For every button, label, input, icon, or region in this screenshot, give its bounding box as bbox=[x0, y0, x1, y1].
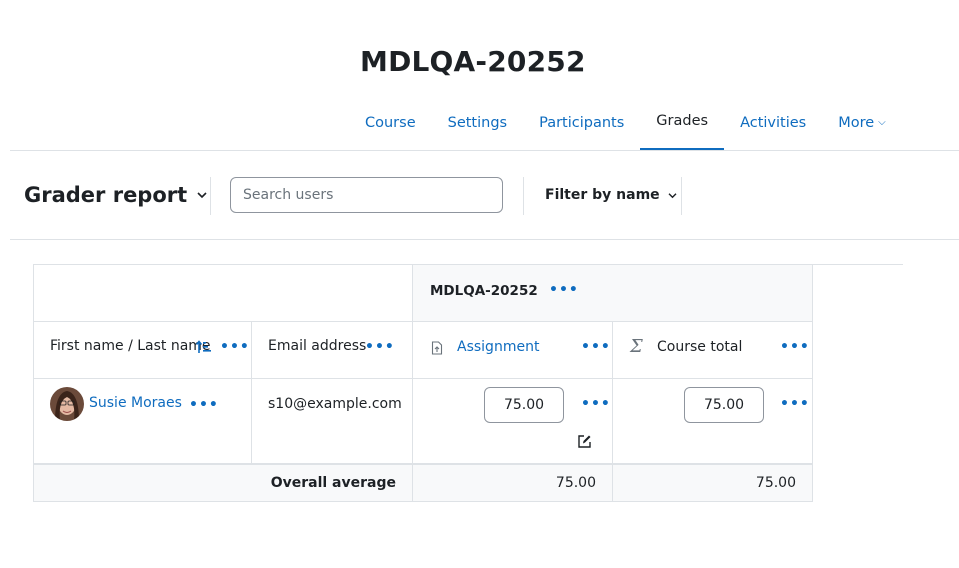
assignment-header: Assignment ••• bbox=[412, 321, 613, 379]
nav-grades[interactable]: Grades bbox=[640, 94, 725, 151]
grade-actions-icon[interactable]: ••• bbox=[581, 397, 611, 411]
course-total-label: Course total bbox=[657, 339, 743, 355]
divider bbox=[10, 150, 959, 151]
secondary-navigation: Course Settings Participants Grades Acti… bbox=[349, 94, 902, 151]
user-email: s10@example.com bbox=[268, 396, 402, 412]
user-name-link[interactable]: Susie Moraes bbox=[89, 395, 182, 411]
category-actions-icon[interactable]: ••• bbox=[549, 283, 579, 297]
user-actions-icon[interactable]: ••• bbox=[189, 398, 219, 412]
report-title: Grader report bbox=[24, 183, 188, 207]
nav-course-label: Course bbox=[365, 114, 416, 131]
chevron-down-icon bbox=[197, 192, 207, 199]
report-selector[interactable]: Grader report bbox=[24, 180, 207, 210]
nav-more[interactable]: More ⌵ bbox=[822, 94, 902, 151]
overall-assignment-cell: 75.00 bbox=[412, 463, 613, 502]
email-column-label: Email address bbox=[268, 338, 367, 354]
name-column-label[interactable]: First name / Last name bbox=[50, 338, 211, 354]
page-title: MDLQA-20252 bbox=[360, 45, 586, 78]
email-cell: s10@example.com bbox=[251, 378, 413, 464]
email-actions-icon[interactable]: ••• bbox=[365, 340, 395, 354]
assignment-grade-cell: ••• bbox=[412, 378, 613, 464]
overall-assignment-value: 75.00 bbox=[555, 475, 596, 491]
email-header: Email address ••• bbox=[251, 321, 413, 379]
overall-total-value: 75.00 bbox=[755, 475, 796, 491]
sigma-icon: Σ bbox=[630, 336, 643, 357]
sort-ascending-icon[interactable] bbox=[196, 340, 212, 354]
nav-activities[interactable]: Activities bbox=[724, 94, 822, 151]
edit-icon[interactable] bbox=[577, 434, 592, 449]
empty-header-cell bbox=[33, 264, 413, 322]
course-total-actions-icon[interactable]: ••• bbox=[780, 340, 810, 354]
divider bbox=[210, 177, 211, 215]
name-actions-icon[interactable]: ••• bbox=[220, 340, 250, 354]
overall-average-label-cell: Overall average bbox=[33, 463, 413, 502]
course-total-cell: ••• bbox=[612, 378, 813, 464]
overall-total-cell: 75.00 bbox=[612, 463, 813, 502]
category-header: MDLQA-20252 ••• bbox=[412, 264, 813, 322]
table-row: Susie Moraes ••• bbox=[33, 378, 252, 464]
filter-label: Filter by name bbox=[545, 187, 660, 203]
assignment-actions-icon[interactable]: ••• bbox=[581, 340, 611, 354]
nav-course[interactable]: Course bbox=[349, 94, 432, 151]
search-users-input[interactable] bbox=[230, 177, 503, 213]
course-total-header: Σ Course total ••• bbox=[612, 321, 813, 379]
nav-participants-label: Participants bbox=[539, 114, 625, 131]
overall-average-label: Overall average bbox=[270, 475, 396, 491]
divider bbox=[523, 177, 524, 215]
assignment-grade-input[interactable] bbox=[484, 387, 564, 423]
category-title: MDLQA-20252 bbox=[430, 283, 538, 299]
divider bbox=[10, 239, 959, 240]
chevron-down-icon bbox=[668, 193, 677, 199]
chevron-down-icon: ⌵ bbox=[878, 116, 886, 128]
nav-settings-label: Settings bbox=[447, 114, 508, 131]
total-actions-icon[interactable]: ••• bbox=[780, 397, 810, 411]
name-header: First name / Last name ••• bbox=[33, 321, 252, 379]
filter-by-name-button[interactable]: Filter by name bbox=[545, 177, 677, 213]
avatar[interactable] bbox=[50, 387, 84, 421]
assignment-icon bbox=[431, 341, 443, 355]
nav-grades-label: Grades bbox=[656, 113, 709, 129]
assignment-link[interactable]: Assignment bbox=[457, 339, 539, 355]
divider bbox=[681, 177, 682, 215]
nav-more-label: More bbox=[838, 114, 875, 131]
nav-participants[interactable]: Participants bbox=[523, 94, 640, 151]
nav-settings[interactable]: Settings bbox=[432, 94, 523, 151]
course-total-input[interactable] bbox=[684, 387, 764, 423]
nav-activities-label: Activities bbox=[740, 114, 807, 131]
